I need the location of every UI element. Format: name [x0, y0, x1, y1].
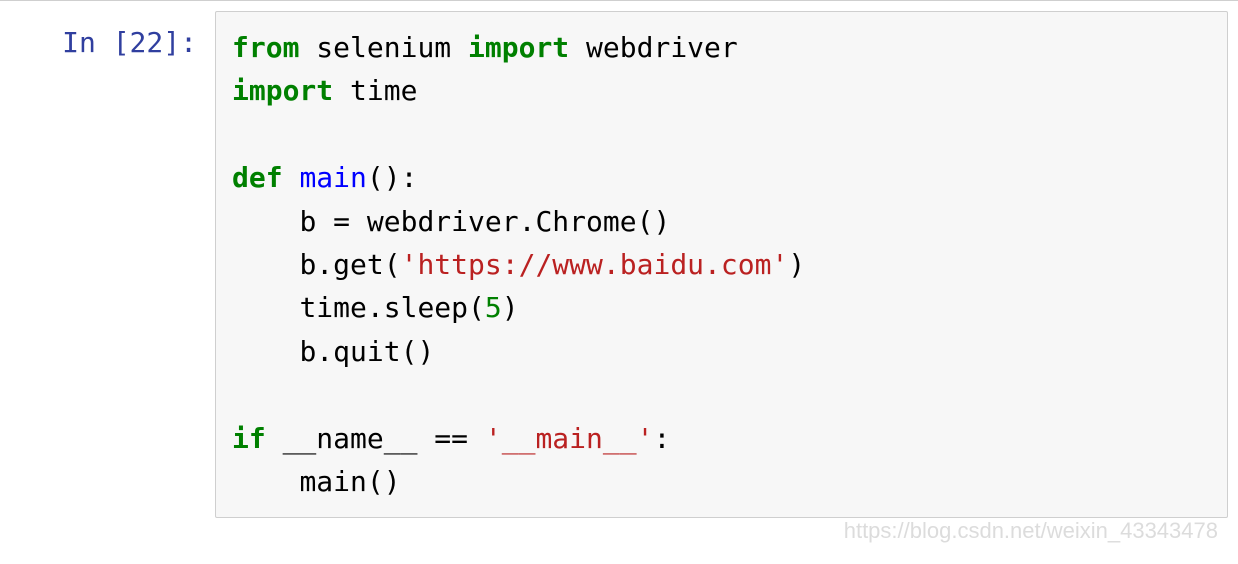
code-input-area[interactable]: from selenium import webdriver import ti… — [215, 11, 1228, 518]
prompt-colon: : — [180, 26, 197, 59]
keyword-import: import — [468, 31, 569, 64]
keyword-import: import — [232, 74, 333, 107]
number-literal: 5 — [485, 291, 502, 324]
code-line-7: b.quit() — [232, 335, 434, 368]
code-line-9: main() — [232, 465, 401, 498]
code-line-5: b.get('https://www.baidu.com') — [232, 248, 805, 281]
keyword-if: if — [232, 422, 266, 455]
keyword-from: from — [232, 31, 299, 64]
code-line-4: b = webdriver.Chrome() — [232, 205, 670, 238]
input-prompt: In [22]: — [62, 26, 197, 59]
notebook-cell: In [22]: from selenium import webdriver … — [0, 1, 1238, 528]
prompt-execution-count: [22] — [113, 26, 180, 59]
prompt-in-label: In — [62, 26, 113, 59]
code-line-6: time.sleep(5) — [232, 291, 519, 324]
keyword-def: def — [232, 161, 283, 194]
code-line-1: from selenium import webdriver — [232, 31, 738, 64]
input-prompt-area: In [22]: — [0, 11, 215, 59]
code-line-3: def main(): — [232, 161, 417, 194]
string-url: 'https://www.baidu.com' — [401, 248, 789, 281]
string-main: '__main__' — [485, 422, 654, 455]
function-name-main: main — [299, 161, 366, 194]
code-line-2: import time — [232, 74, 417, 107]
code-line-8: if __name__ == '__main__': — [232, 422, 670, 455]
